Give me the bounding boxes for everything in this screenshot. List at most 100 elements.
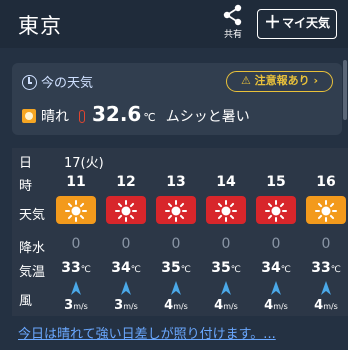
temp-unit: ℃ [180,265,191,275]
temp-value: 35 [161,260,181,276]
sun-icon [165,200,187,222]
temp-value: 35 [211,260,231,276]
weather-comment: ムシッと暑い [165,109,250,125]
temp-unit: ℃ [280,265,291,275]
row-label-weather: 天気 [19,208,46,223]
wind-speed-cell: 4m/s [156,298,196,313]
weather-cell [306,196,346,224]
scrollbar[interactable] [343,60,347,120]
wind-value: 4 [264,298,274,313]
wind-arrow-icon [321,281,331,295]
wind-arrow-icon [121,281,131,295]
rain-cell: 0 [271,236,281,252]
weather-cell [156,196,196,224]
wind-direction-cell [256,280,296,296]
wind-value: 4 [164,298,174,313]
rain-cell: 0 [321,236,331,252]
weather-cell [56,196,96,224]
wind-value: 3 [64,298,74,313]
current-weather-text: 晴れ [41,109,69,125]
share-label: 共有 [223,30,242,40]
clock-icon [22,75,37,90]
sun-icon [65,200,87,222]
thermometer-icon [79,110,85,123]
temp-cell: 34℃ [256,260,296,276]
hour-cell: 15 [266,174,286,190]
current-weather-card: 今の天気 ⚠ 注意報あり › 晴れ 32.6 ℃ ムシッと暑い [12,63,342,135]
row-label-temp: 気温 [19,265,46,280]
add-my-weather-button[interactable]: ＋マイ天気 [257,9,337,39]
hour-cell: 12 [116,174,136,190]
wind-unit: m/s [173,302,188,311]
share-icon [223,4,242,26]
forecast-date: 17(火) [64,156,104,171]
row-label-rain: 降水 [19,241,46,256]
app-header: 東京 共有 ＋マイ天気 [0,0,348,48]
wind-arrow-icon [271,281,281,295]
temp-value: 33 [61,260,81,276]
row-label-wind: 風 [19,294,33,309]
temp-unit: ℃ [230,265,241,275]
temp-cell: 33℃ [306,260,346,276]
temp-cell: 35℃ [206,260,246,276]
rain-cell: 0 [121,236,131,252]
row-label-hour: 時 [19,179,33,194]
share-button[interactable]: 共有 [219,4,247,44]
temp-value: 33 [311,260,331,276]
my-weather-label: マイ天気 [281,16,330,30]
wind-value: 4 [314,298,324,313]
hour-cell: 11 [66,174,86,190]
hour-cell: 13 [166,174,186,190]
warning-label: 注意報あり [254,74,310,87]
wind-value: 3 [114,298,124,313]
wind-value: 4 [214,298,224,313]
sun-icon [215,200,237,222]
current-temperature: 32.6 [92,102,142,126]
temp-value: 34 [111,260,131,276]
wind-direction-cell [106,280,146,296]
wind-unit: m/s [273,302,288,311]
row-label-day: 日 [19,156,33,171]
wind-direction-cell [206,280,246,296]
current-weather-title-text: 今の天気 [41,76,94,91]
wind-arrow-icon [221,281,231,295]
temp-cell: 35℃ [156,260,196,276]
weather-cell [106,196,146,224]
wind-direction-cell [156,280,196,296]
hour-cell: 16 [316,174,336,190]
temp-cell: 34℃ [106,260,146,276]
wind-unit: m/s [323,302,338,311]
hourly-forecast-table[interactable]: 日 17(火) 時 天気 降水 気温 風 11 0 33℃ 3m/s 12 0 34℃ 3m/… [12,148,348,316]
wind-speed-cell: 4m/s [306,298,346,313]
temp-unit: ℃ [80,265,91,275]
hour-cell: 14 [216,174,236,190]
weather-cell [256,196,296,224]
wind-unit: m/s [123,302,138,311]
wind-speed-cell: 4m/s [206,298,246,313]
current-weather-row: 晴れ 32.6 ℃ ムシッと暑い [22,101,250,127]
wind-arrow-icon [71,281,81,295]
wind-speed-cell: 3m/s [56,298,96,313]
temp-value: 34 [261,260,281,276]
wind-direction-cell [56,280,96,296]
sun-icon [265,200,287,222]
temp-unit: ℃ [130,265,141,275]
sun-icon [115,200,137,222]
plus-icon: ＋ [263,13,281,33]
city-name: 東京 [18,14,62,38]
rain-cell: 0 [171,236,181,252]
wind-arrow-icon [171,281,181,295]
sun-icon [22,109,36,123]
weather-cell [206,196,246,224]
sun-icon [315,200,337,222]
temp-unit: ℃ [330,265,341,275]
rain-cell: 0 [71,236,81,252]
forecast-summary-link[interactable]: 今日は晴れて強い日差しが照り付けます。... [18,323,276,342]
rain-cell: 0 [221,236,231,252]
current-weather-title: 今の天気 [22,72,93,91]
wind-speed-cell: 4m/s [256,298,296,313]
wind-unit: m/s [73,302,88,311]
wind-unit: m/s [223,302,238,311]
temp-cell: 33℃ [56,260,96,276]
warning-badge[interactable]: ⚠ 注意報あり › [226,71,333,92]
